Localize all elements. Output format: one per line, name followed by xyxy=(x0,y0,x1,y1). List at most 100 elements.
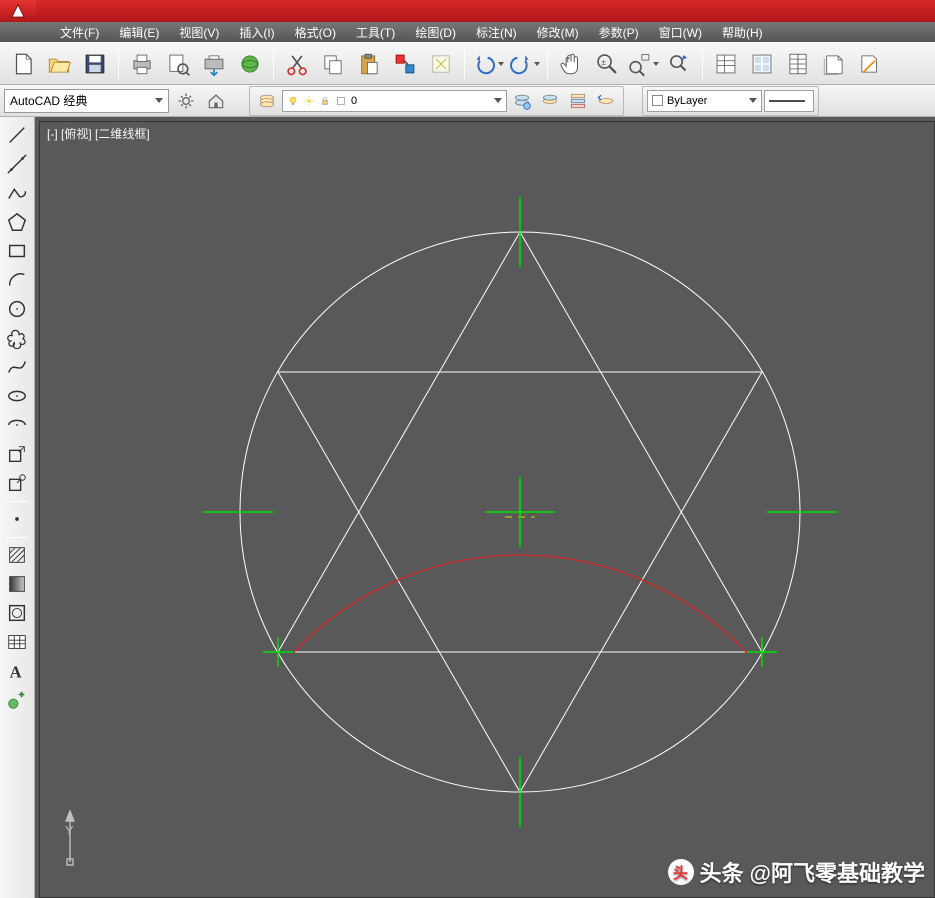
menu-modify[interactable]: 修改(M) xyxy=(527,24,589,41)
drawing-svg: Y xyxy=(35,117,935,898)
design-center-button[interactable] xyxy=(745,47,779,81)
menu-tools[interactable]: 工具(T) xyxy=(346,24,405,41)
watermark-text: @阿飞零基础教学 xyxy=(750,856,925,888)
save-button[interactable] xyxy=(78,47,112,81)
open-button[interactable] xyxy=(42,47,76,81)
drawing-canvas[interactable]: [-] [俯视] [二维线框] xyxy=(35,117,935,898)
markup-button[interactable] xyxy=(853,47,887,81)
ellipse-arc-tool[interactable] xyxy=(3,411,31,439)
dropdown-icon xyxy=(494,98,502,103)
workspace-select[interactable]: AutoCAD 经典 xyxy=(4,89,169,113)
undo-button[interactable] xyxy=(471,47,505,81)
layer-freeze-button[interactable] xyxy=(509,88,535,114)
toolbar-separator xyxy=(6,501,28,502)
publish-button[interactable] xyxy=(197,47,231,81)
entity-triangle-up xyxy=(278,232,762,652)
arc-tool[interactable] xyxy=(3,266,31,294)
secondary-toolbar: AutoCAD 经典 0 ByLayer xyxy=(0,85,935,117)
titlebar xyxy=(0,0,935,22)
workspace-name: AutoCAD 经典 xyxy=(10,92,87,109)
dropdown-icon xyxy=(155,98,163,103)
properties-button[interactable] xyxy=(709,47,743,81)
redo-button[interactable] xyxy=(507,47,541,81)
gradient-tool[interactable] xyxy=(3,570,31,598)
zoom-realtime-button[interactable]: ± xyxy=(590,47,624,81)
watermark-icon: 头 xyxy=(668,859,694,885)
color-swatch-icon xyxy=(652,95,663,106)
spline-tool[interactable] xyxy=(3,353,31,381)
menu-insert[interactable]: 插入(I) xyxy=(229,24,284,41)
app-logo[interactable] xyxy=(0,0,36,22)
watermark-prefix: 头条 xyxy=(700,856,744,888)
bulb-icon xyxy=(287,95,299,107)
3d-dwf-button[interactable] xyxy=(233,47,267,81)
line-tool[interactable] xyxy=(3,121,31,149)
draw-toolbar: A xyxy=(0,117,35,898)
line-preview-icon xyxy=(769,97,805,105)
pan-button[interactable] xyxy=(554,47,588,81)
menu-draw[interactable]: 绘图(D) xyxy=(405,24,466,41)
color-select[interactable]: ByLayer xyxy=(647,90,762,112)
block-editor-button[interactable] xyxy=(424,47,458,81)
menu-dim[interactable]: 标注(N) xyxy=(466,24,527,41)
region-tool[interactable] xyxy=(3,599,31,627)
properties-panel: ByLayer xyxy=(642,86,819,116)
dropdown-icon xyxy=(749,98,757,103)
menu-param[interactable]: 参数(P) xyxy=(589,24,649,41)
menubar: 文件(F) 编辑(E) 视图(V) 插入(I) 格式(O) 工具(T) 绘图(D… xyxy=(0,22,935,42)
watermark: 头 头条 @阿飞零基础教学 xyxy=(668,856,925,888)
menu-view[interactable]: 视图(V) xyxy=(169,24,229,41)
make-block-tool[interactable] xyxy=(3,469,31,497)
polygon-tool[interactable] xyxy=(3,208,31,236)
copy-button[interactable] xyxy=(316,47,350,81)
layer-name: 0 xyxy=(351,95,357,107)
linetype-select[interactable] xyxy=(764,90,814,112)
main-area: A [-] [俯视] [二维线框] xyxy=(0,117,935,898)
layer-match-button[interactable] xyxy=(565,88,591,114)
color-value: ByLayer xyxy=(667,95,707,107)
ucs-icon: Y xyxy=(65,811,115,865)
menu-edit[interactable]: 编辑(E) xyxy=(109,24,169,41)
table-tool[interactable] xyxy=(3,628,31,656)
new-button[interactable] xyxy=(6,47,40,81)
toolbar-separator xyxy=(6,537,28,538)
svg-text:±: ± xyxy=(601,57,606,66)
construction-line-tool[interactable] xyxy=(3,150,31,178)
print-preview-button[interactable] xyxy=(161,47,195,81)
cut-button[interactable] xyxy=(280,47,314,81)
menu-format[interactable]: 格式(O) xyxy=(285,24,346,41)
entity-triangle-down xyxy=(278,372,762,792)
menu-file[interactable]: 文件(F) xyxy=(50,24,109,41)
zoom-previous-button[interactable] xyxy=(662,47,696,81)
mtext-tool[interactable]: A xyxy=(3,657,31,685)
paste-button[interactable] xyxy=(352,47,386,81)
svg-text:Y: Y xyxy=(65,823,74,838)
layer-isolate-button[interactable] xyxy=(537,88,563,114)
layer-properties-button[interactable] xyxy=(254,88,280,114)
rectangle-tool[interactable] xyxy=(3,237,31,265)
print-button[interactable] xyxy=(125,47,159,81)
layer-select[interactable]: 0 xyxy=(282,90,507,112)
layers-panel: 0 xyxy=(249,86,624,116)
home-button[interactable] xyxy=(203,88,229,114)
match-props-button[interactable] xyxy=(388,47,422,81)
point-tool[interactable] xyxy=(3,505,31,533)
menu-help[interactable]: 帮助(H) xyxy=(712,24,773,41)
layer-previous-button[interactable] xyxy=(593,88,619,114)
zoom-window-button[interactable] xyxy=(626,47,660,81)
standard-toolbar: ± xyxy=(0,42,935,85)
revision-cloud-tool[interactable] xyxy=(3,324,31,352)
color-swatch-icon xyxy=(335,95,347,107)
lock-icon xyxy=(319,95,331,107)
insert-block-tool[interactable] xyxy=(3,440,31,468)
workspace-settings-button[interactable] xyxy=(173,88,199,114)
add-selected-tool[interactable] xyxy=(3,686,31,714)
ellipse-tool[interactable] xyxy=(3,382,31,410)
entity-arc-selected xyxy=(293,555,747,653)
circle-tool[interactable] xyxy=(3,295,31,323)
polyline-tool[interactable] xyxy=(3,179,31,207)
menu-window[interactable]: 窗口(W) xyxy=(649,24,712,41)
sheet-set-button[interactable] xyxy=(817,47,851,81)
hatch-tool[interactable] xyxy=(3,541,31,569)
tool-palettes-button[interactable] xyxy=(781,47,815,81)
